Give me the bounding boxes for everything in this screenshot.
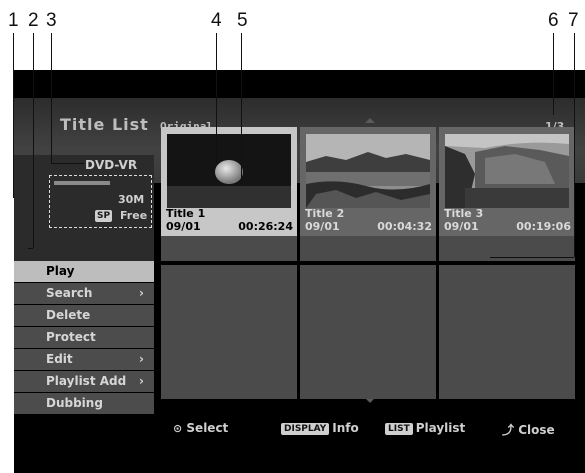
callout-5: 5 [237,10,248,31]
title-3-image [445,134,569,208]
menu-item-label: Playlist Add [46,374,127,388]
empty-slot [161,265,297,399]
menu-item-label: Protect [46,330,96,344]
title-2-image [306,134,430,208]
title-thumbnail-1[interactable]: Title 1 09/01 00:26:24 [161,127,297,261]
title-name: Title 2 [305,207,345,220]
close-hint: ⤴ Close [502,421,555,438]
menu-item-label: Search [46,286,93,300]
menu-item-search[interactable]: Search › [14,283,154,304]
callout-2-tick [28,248,33,249]
record-mode-badge: SP [95,210,113,222]
callout-5-line [241,33,242,185]
callout-7-tick [490,257,574,258]
menu-item-label: Play [46,264,75,278]
title-thumbnail-2[interactable]: Title 2 09/01 00:04:32 [300,127,436,261]
playlist-label: Playlist [415,421,466,435]
callout-3-tick [51,163,84,164]
title-name: Title 1 [166,207,206,220]
list-key-icon: LIST [385,423,413,435]
callout-6: 6 [548,10,559,31]
select-icon: ⊙ [173,422,183,435]
callout-1: 1 [8,10,19,31]
title-duration: 00:19:06 [516,220,571,233]
menu-item-edit[interactable]: Edit › [14,349,154,370]
callout-7: 7 [568,10,579,31]
title-duration: 00:26:24 [238,220,293,233]
return-icon: ⤴ [502,423,515,437]
callout-7-line [574,33,575,257]
disc-type-label: DVD-VR [85,158,138,172]
title-date: 09/01 [305,220,340,233]
callout-3-line [51,33,52,163]
title-duration: 00:04:32 [377,220,432,233]
menu-item-label: Edit [46,352,73,366]
title-date: 09/01 [166,220,201,233]
callout-6-line [553,33,554,115]
submenu-arrow-icon: › [139,374,144,388]
menu-item-delete[interactable]: Delete [14,305,154,326]
menu-item-protect[interactable]: Protect [14,327,154,348]
title-thumbnail-3[interactable]: Title 3 09/01 00:19:06 [439,127,575,261]
select-label: Select [186,421,229,435]
free-label: Free [120,209,148,222]
select-hint: ⊙ Select [173,421,228,435]
empty-slot [300,265,436,399]
playlist-hint: LIST Playlist [385,421,465,435]
page-title: Title List [60,115,149,134]
title-1-image [167,134,291,208]
menu-item-label: Dubbing [46,396,103,410]
disc-usage-bar [54,181,110,185]
callout-4-line [216,33,217,164]
empty-slot [439,265,575,399]
scroll-up-icon[interactable] [365,118,375,123]
menu-item-playlist-add[interactable]: Playlist Add › [14,371,154,392]
callout-2: 2 [28,10,39,31]
title-list-screen: Title List Original 1/3 DVD-VR 30M SP Fr… [14,70,585,473]
title-name: Title 3 [444,207,484,220]
callout-1-line [13,33,14,198]
options-menu: Play Search › Delete Protect Edit › Playli… [14,261,154,415]
footer-help-bar: ⊙ Select DISPLAY Info LIST Playlist ⤴ Clos… [14,421,585,443]
close-label: Close [518,423,555,437]
menu-item-play[interactable]: Play [14,261,154,282]
submenu-arrow-icon: › [139,286,144,300]
callout-3: 3 [46,10,57,31]
info-label: Info [332,421,359,435]
info-hint: DISPLAY Info [281,421,359,435]
submenu-arrow-icon: › [139,352,144,366]
callout-4: 4 [211,10,222,31]
disc-free-size: 30M [118,193,145,206]
title-date: 09/01 [444,220,479,233]
display-key-icon: DISPLAY [281,423,330,435]
menu-item-dubbing[interactable]: Dubbing [14,393,154,414]
callout-2-line [33,33,34,248]
menu-item-label: Delete [46,308,91,322]
title-grid: Title 1 09/01 00:26:24 Title 2 09/01 00:… [161,127,576,401]
